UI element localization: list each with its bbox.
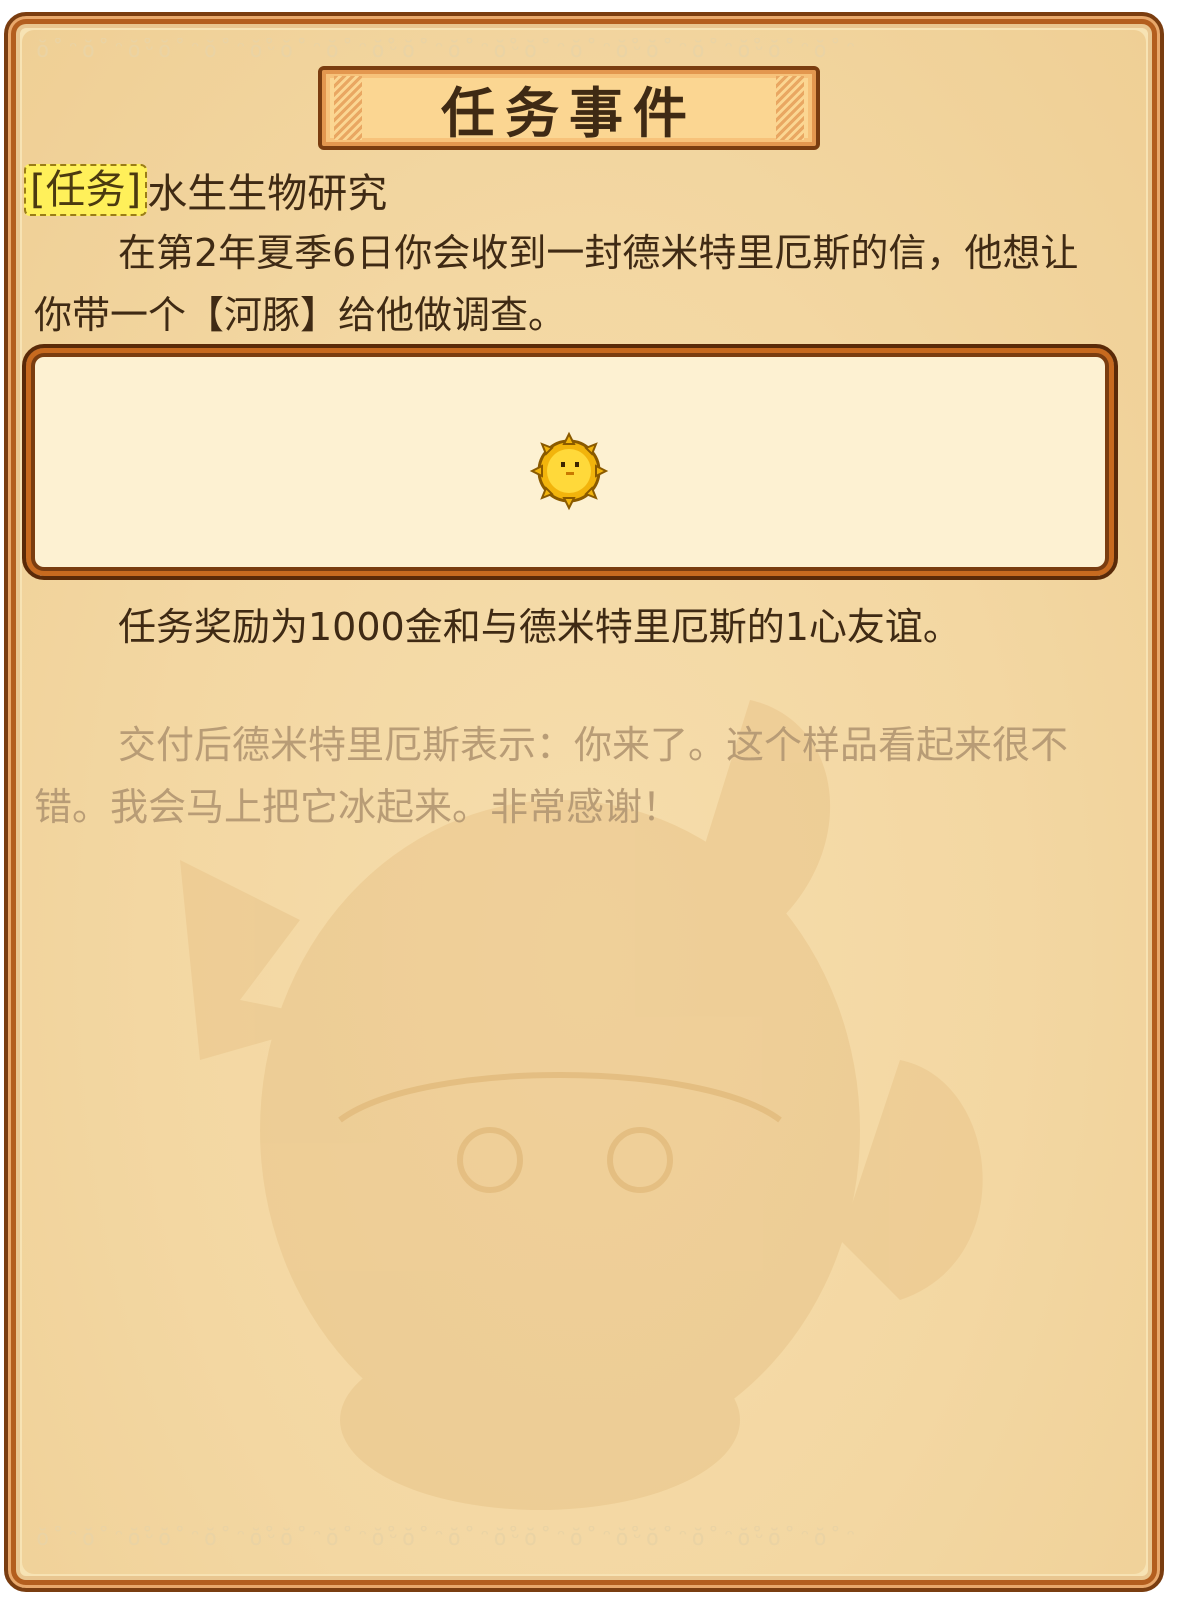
decorative-border-pattern-top: ŏ˚ᵔŏ˚ᵔŏ̊ᵕŏ˚ᵔŏ˚ᵔŏ̊ᵕŏ˚ᵔŏ˚ᵔŏ̊ᵕŏ˚ᵔŏ˚ᵔŏ̊ᵕŏ˚ᵔŏ… xyxy=(36,38,860,63)
quest-name: 水生生物研究 xyxy=(147,171,388,217)
pufferfish-icon[interactable] xyxy=(528,430,610,512)
completion-dialogue: 交付后德米特里厄斯表示：你来了。这个样品看起来很不错。我会马上把它冰起来。非常感… xyxy=(34,714,1114,838)
reward-text: 任务奖励为1000金和与德米特里厄斯的1心友谊。 xyxy=(118,605,961,649)
decorative-border-pattern-bottom: ŏ˚ᵔŏ˚ᵔŏ̊ᵕŏ˚ᵔŏ˚ᵔŏ̊ᵕŏ˚ᵔŏ˚ᵔŏ̊ᵕŏ˚ᵔŏ˚ᵔŏ̊ᵕŏ˚ᵔŏ… xyxy=(36,1526,860,1551)
completion-text: 交付后德米特里厄斯表示：你来了。这个样品看起来很不错。我会马上把它冰起来。非常感… xyxy=(34,723,1069,829)
quest-tag-badge: [任务] xyxy=(24,164,148,216)
quest-header: [任务] 水生生物研究 xyxy=(24,162,387,218)
title-banner: 任务事件 xyxy=(318,66,820,150)
quest-description-text: 在第2年夏季6日你会收到一封德米特里厄斯的信，他想让你带一个【河豚】给他做调查。 xyxy=(34,231,1079,337)
reward-description: 任务奖励为1000金和与德米特里厄斯的1心友谊。 xyxy=(34,596,1114,658)
scroll-cap-right xyxy=(776,76,804,140)
quest-description: 在第2年夏季6日你会收到一封德米特里厄斯的信，他想让你带一个【河豚】给他做调查。 xyxy=(34,222,1114,346)
scroll-cap-left xyxy=(334,76,362,140)
page-title: 任务事件 xyxy=(441,81,697,145)
